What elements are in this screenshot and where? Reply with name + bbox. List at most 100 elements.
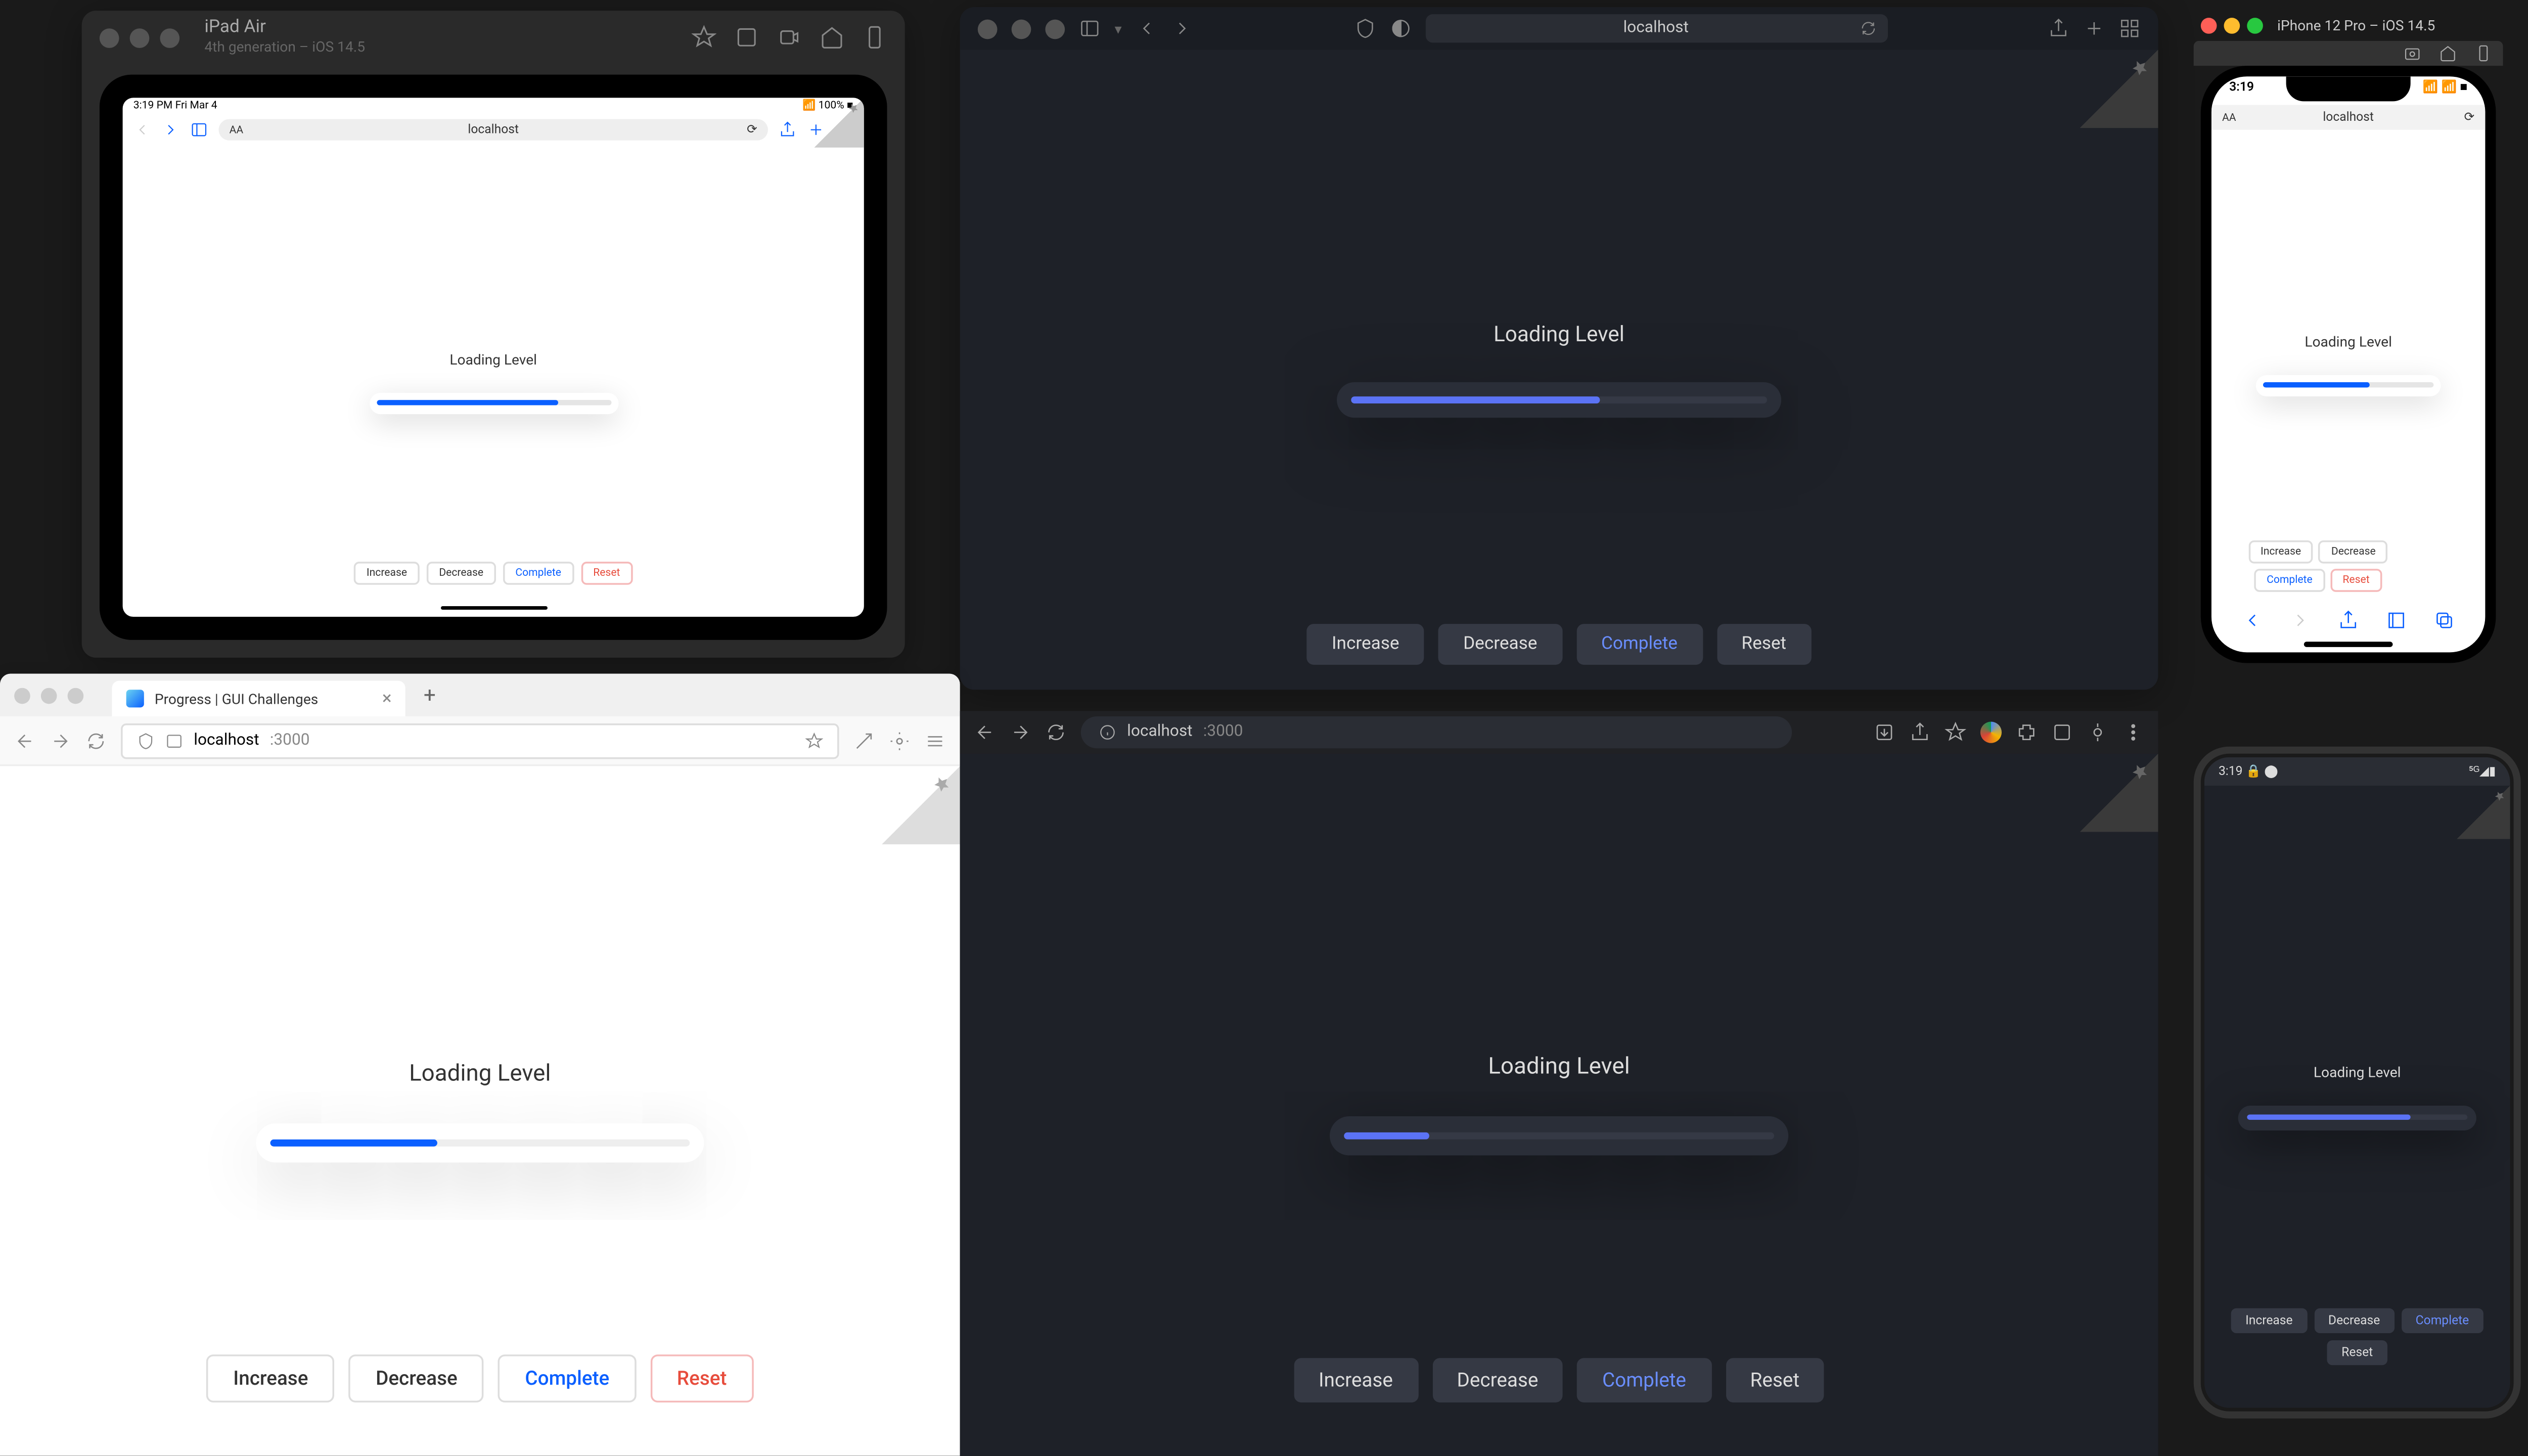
screenshot-icon[interactable] [2404, 44, 2421, 62]
pin-icon[interactable] [692, 25, 716, 50]
extension-icon[interactable] [1980, 721, 2002, 743]
complete-button[interactable]: Complete [503, 562, 574, 585]
close-icon[interactable] [978, 19, 998, 38]
close-icon[interactable] [100, 27, 119, 47]
complete-button[interactable]: Complete [2402, 1308, 2484, 1333]
home-icon[interactable] [820, 25, 844, 50]
tabs-icon[interactable] [2433, 610, 2454, 631]
visbug-corner-tag[interactable] [2080, 754, 2158, 832]
back-icon[interactable] [133, 121, 151, 139]
increase-button[interactable]: Increase [2231, 1308, 2307, 1333]
reload-icon[interactable] [85, 730, 107, 751]
shield-icon[interactable] [1353, 18, 1375, 39]
reload-icon[interactable] [1045, 721, 1066, 743]
visbug-corner-tag[interactable] [2457, 786, 2510, 839]
back-icon[interactable] [14, 730, 35, 751]
menu-icon[interactable] [924, 730, 945, 751]
increase-button[interactable]: Increase [354, 562, 419, 585]
increase-button[interactable]: Increase [2248, 540, 2313, 564]
bookmark-icon[interactable] [1945, 721, 1966, 743]
increase-button[interactable]: Increase [1294, 1358, 1418, 1402]
reset-button[interactable]: Reset [1725, 1358, 1824, 1402]
address-bar[interactable]: localhost:3000 [1081, 716, 1792, 748]
extension-icon[interactable] [889, 730, 910, 751]
complete-button[interactable]: Complete [499, 1354, 636, 1402]
reload-icon[interactable] [1859, 20, 1876, 37]
home-icon[interactable] [2439, 44, 2457, 62]
reset-button[interactable]: Reset [1717, 624, 1811, 665]
forward-icon[interactable] [1171, 18, 1193, 39]
reset-button[interactable]: Reset [2327, 1340, 2387, 1365]
sidebar-icon[interactable] [190, 121, 208, 139]
newtab-icon[interactable] [2084, 18, 2105, 39]
share-icon[interactable] [779, 121, 796, 139]
device-icon[interactable] [862, 25, 887, 50]
install-icon[interactable] [1874, 721, 1895, 743]
decrease-button[interactable]: Decrease [1432, 1358, 1563, 1402]
back-icon[interactable] [2242, 610, 2264, 631]
share-icon[interactable] [2337, 610, 2359, 631]
minimize-icon[interactable] [130, 27, 150, 47]
minimize-icon[interactable] [1012, 19, 1031, 38]
increase-button[interactable]: Increase [1307, 624, 1424, 665]
decrease-button[interactable]: Decrease [2319, 540, 2388, 564]
complete-button[interactable]: Complete [1576, 624, 1702, 665]
sidebar-icon[interactable] [1079, 18, 1100, 39]
address-bar[interactable]: AA localhost ⟳ [218, 119, 768, 141]
back-icon[interactable] [1136, 18, 1157, 39]
reset-button[interactable]: Reset [2330, 569, 2382, 592]
increase-button[interactable]: Increase [207, 1354, 335, 1402]
bookmarks-icon[interactable] [2385, 610, 2407, 631]
tabs-icon[interactable] [2119, 18, 2140, 39]
decrease-button[interactable]: Decrease [1438, 624, 1562, 665]
reset-button[interactable]: Reset [650, 1354, 753, 1402]
screenshot-icon[interactable] [734, 25, 759, 50]
browser-tab[interactable]: Progress | GUI Challenges × [112, 681, 406, 716]
bookmark-icon[interactable] [805, 732, 823, 749]
maximize-icon[interactable] [68, 688, 84, 704]
address-bar[interactable]: localhost [1425, 14, 1887, 42]
minimize-icon[interactable] [2224, 17, 2240, 33]
complete-button[interactable]: Complete [2254, 569, 2325, 592]
iphone-simulator-window: iPhone 12 Pro – iOS 14.5 3:19 📶 📶 ■ AA l… [2194, 9, 2503, 709]
forward-icon[interactable] [162, 121, 179, 139]
record-icon[interactable] [777, 25, 801, 50]
maximize-icon[interactable] [160, 27, 179, 47]
address-bar[interactable]: AA localhost ⟳ [2211, 105, 2485, 129]
extensions-icon[interactable] [2016, 721, 2037, 743]
newtab-icon[interactable]: + [424, 682, 436, 707]
shield-icon[interactable] [137, 732, 155, 749]
info-icon[interactable] [1099, 723, 1116, 741]
home-indicator[interactable] [2304, 642, 2393, 647]
minimize-icon[interactable] [41, 688, 57, 704]
reset-button[interactable]: Reset [581, 562, 633, 585]
theme-icon[interactable] [1389, 18, 1411, 39]
extension-icon[interactable] [2051, 721, 2072, 743]
back-icon[interactable] [974, 721, 996, 743]
forward-icon[interactable] [2290, 610, 2311, 631]
menu-icon[interactable] [2123, 721, 2144, 743]
window-title: iPad Air 4th generation – iOS 14.5 [204, 18, 681, 57]
device-icon[interactable] [2474, 44, 2492, 62]
info-icon[interactable] [165, 732, 183, 749]
maximize-icon[interactable] [1045, 19, 1065, 38]
forward-icon[interactable] [1010, 721, 1031, 743]
visbug-corner-tag[interactable] [882, 766, 960, 844]
home-indicator[interactable] [440, 606, 547, 610]
maximize-icon[interactable] [2247, 17, 2263, 33]
visbug-corner-tag[interactable] [2080, 50, 2158, 128]
extension-icon[interactable] [2087, 721, 2108, 743]
close-tab-icon[interactable]: × [382, 689, 392, 708]
close-icon[interactable] [14, 688, 30, 704]
share-icon[interactable] [1909, 721, 1930, 743]
extension-icon[interactable] [853, 730, 875, 751]
share-icon[interactable] [2048, 18, 2069, 39]
close-icon[interactable] [2201, 17, 2217, 33]
visbug-corner-tag[interactable] [814, 98, 864, 147]
decrease-button[interactable]: Decrease [427, 562, 496, 585]
complete-button[interactable]: Complete [1577, 1358, 1711, 1402]
decrease-button[interactable]: Decrease [2314, 1308, 2395, 1333]
address-bar[interactable]: localhost:3000 [121, 722, 839, 758]
decrease-button[interactable]: Decrease [349, 1354, 484, 1402]
forward-icon[interactable] [50, 730, 71, 751]
